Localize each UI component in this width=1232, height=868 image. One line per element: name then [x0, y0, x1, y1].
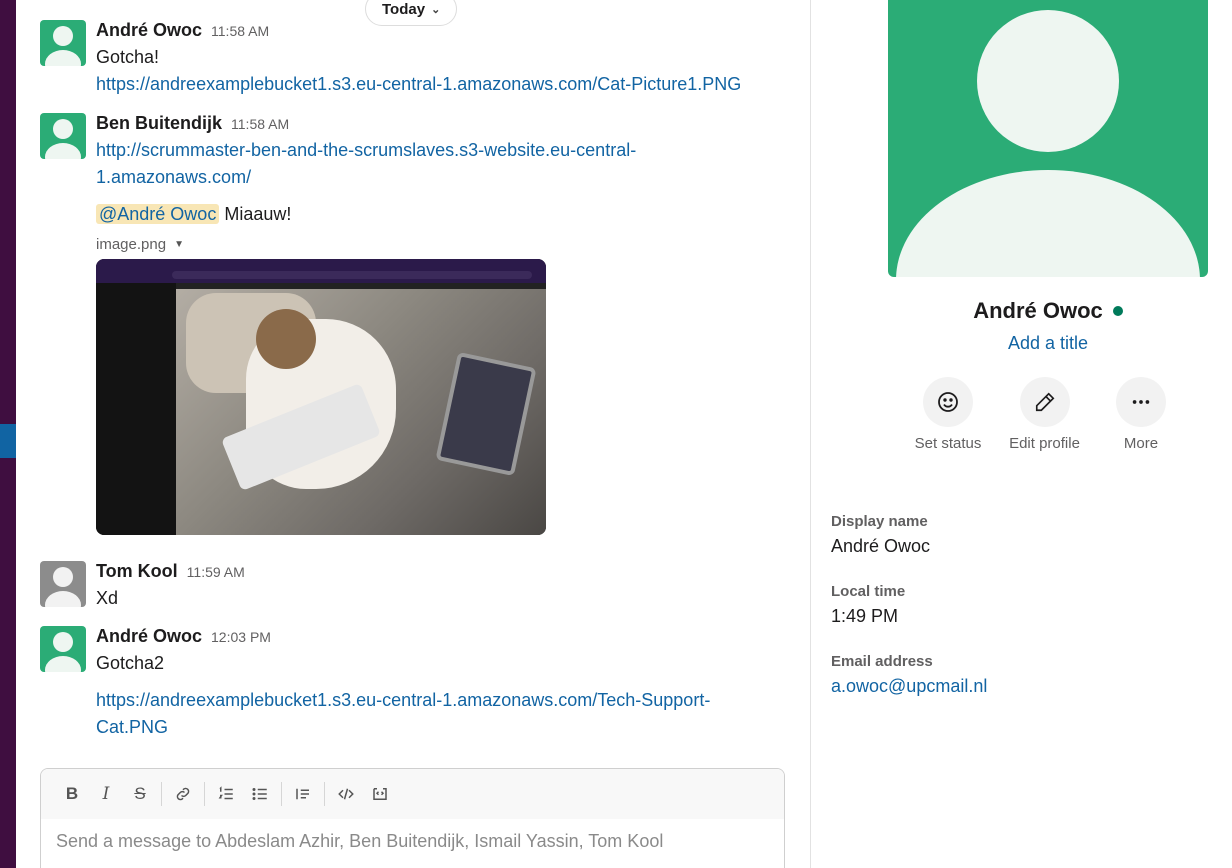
- user-mention[interactable]: @André Owoc: [96, 204, 220, 224]
- toolbar-divider: [204, 782, 205, 806]
- message-sender[interactable]: André Owoc: [96, 20, 202, 41]
- avatar[interactable]: [40, 20, 86, 66]
- attachment-name: image.png: [96, 236, 167, 253]
- attachment-header[interactable]: image.png ▼: [96, 236, 796, 253]
- presence-active-icon: [1112, 306, 1123, 316]
- date-divider-label: Today: [382, 0, 426, 18]
- workspace-sidebar: [0, 0, 16, 868]
- message-text-row: @André Owoc Miaauw!: [96, 201, 796, 228]
- message-input-area: [41, 819, 784, 864]
- profile-name: André Owoc: [973, 298, 1103, 323]
- message-timestamp[interactable]: 11:59 AM: [187, 564, 245, 580]
- local-time-value: 1:49 PM: [831, 606, 899, 626]
- code-button[interactable]: [329, 779, 363, 809]
- email-label: Email address: [831, 653, 933, 670]
- message-sender[interactable]: Ben Buitendijk: [96, 113, 222, 134]
- avatar[interactable]: [40, 561, 86, 607]
- message-timestamp[interactable]: 11:58 AM: [231, 116, 289, 132]
- message-timestamp[interactable]: 12:03 PM: [211, 629, 271, 645]
- local-time-label: Local time: [831, 583, 906, 600]
- caret-down-icon[interactable]: ▼: [174, 239, 184, 250]
- bold-button[interactable]: B: [55, 779, 89, 809]
- add-title-link[interactable]: Add a title: [811, 333, 1232, 354]
- more-button[interactable]: More: [1095, 377, 1187, 452]
- link-icon: [176, 787, 190, 801]
- link-button[interactable]: [166, 779, 200, 809]
- profile-panel: André Owoc Add a title Set status Edit p…: [811, 0, 1232, 868]
- more-label: More: [1123, 435, 1159, 452]
- message-link-line1[interactable]: https://andreexamplebucket1.s3.eu-centra…: [96, 687, 796, 714]
- message-text: Gotcha!: [96, 47, 160, 67]
- message-timestamp[interactable]: 11:58 AM: [211, 23, 269, 39]
- email-link[interactable]: a.owoc@upcmail.nl: [831, 676, 987, 697]
- code-block-button[interactable]: [363, 779, 397, 809]
- toolbar-divider: [324, 782, 325, 806]
- avatar[interactable]: [40, 626, 86, 672]
- app-window: Today ⌄ André Owoc 11:58 AM Gotcha! http…: [0, 0, 1232, 868]
- ordered-list-button[interactable]: [209, 779, 243, 809]
- toolbar-divider: [161, 782, 162, 806]
- pencil-icon: [1035, 392, 1054, 412]
- strikethrough-button[interactable]: S: [123, 779, 157, 809]
- message-sender[interactable]: Tom Kool: [96, 561, 178, 582]
- message-text: Gotcha2: [96, 653, 165, 673]
- message-text: Xd: [96, 588, 119, 608]
- display-name-field: Display name André Owoc: [831, 513, 930, 557]
- message-pane: Today ⌄ André Owoc 11:58 AM Gotcha! http…: [16, 0, 810, 868]
- formatting-toolbar: B I S: [41, 769, 784, 819]
- toolbar-divider: [281, 782, 282, 806]
- edit-profile-label: Edit profile: [1009, 435, 1080, 452]
- bulleted-list-icon: [252, 788, 267, 800]
- smiley-icon: [938, 392, 958, 412]
- email-field: Email address a.owoc@upcmail.nl: [831, 653, 987, 697]
- message-sender[interactable]: André Owoc: [96, 626, 202, 647]
- message-text: Miaauw!: [224, 204, 292, 224]
- profile-actions: Set status Edit profile More: [902, 377, 1187, 452]
- bulleted-list-button[interactable]: [243, 779, 277, 809]
- display-name-value: André Owoc: [831, 536, 931, 556]
- italic-button[interactable]: I: [89, 779, 123, 809]
- avatar[interactable]: [40, 113, 86, 159]
- set-status-button[interactable]: Set status: [902, 377, 994, 452]
- attachment-image[interactable]: [96, 259, 546, 535]
- message-link-line2[interactable]: 1.amazonaws.com/: [96, 164, 796, 191]
- blockquote-button[interactable]: [286, 779, 320, 809]
- more-horizontal-icon: [1132, 400, 1150, 404]
- chevron-down-icon: ⌄: [431, 3, 441, 16]
- code-block-icon: [373, 788, 387, 800]
- sidebar-active-indicator[interactable]: [0, 424, 16, 458]
- local-time-field: Local time 1:49 PM: [831, 583, 905, 627]
- ordered-list-icon: [218, 786, 233, 800]
- message-link[interactable]: https://andreexamplebucket1.s3.eu-centra…: [96, 71, 796, 98]
- code-icon: [338, 788, 354, 800]
- profile-name-row: André Owoc: [811, 298, 1232, 324]
- message-composer: B I S: [40, 768, 785, 868]
- message-link-line2[interactable]: Cat.PNG: [96, 714, 796, 741]
- set-status-label: Set status: [914, 435, 982, 452]
- edit-profile-button[interactable]: Edit profile: [999, 377, 1091, 452]
- message-link-line1[interactable]: http://scrummaster-ben-and-the-scrumslav…: [96, 137, 796, 164]
- display-name-label: Display name: [831, 513, 928, 530]
- profile-avatar[interactable]: [888, 0, 1208, 277]
- message-input[interactable]: [56, 831, 769, 852]
- blockquote-icon: [296, 788, 309, 800]
